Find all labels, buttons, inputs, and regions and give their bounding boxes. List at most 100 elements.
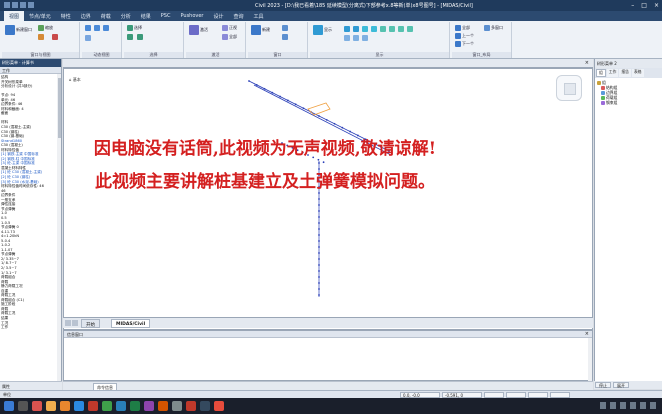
menu-tools[interactable]: 工具 (249, 11, 269, 21)
tray-icon-2[interactable] (610, 402, 616, 409)
app-icon-10[interactable] (186, 401, 196, 411)
display-option-8[interactable] (407, 26, 413, 32)
menu-psc[interactable]: PSC (156, 11, 176, 21)
tab-midas-civil[interactable]: MIDAS/Civil (111, 319, 151, 328)
activate-all-button[interactable]: 全部 (222, 34, 237, 40)
pile-node[interactable] (318, 282, 320, 284)
quick-access-toolbar[interactable] (4, 2, 34, 8)
tab-start[interactable]: 开始 (81, 319, 100, 328)
pile-node[interactable] (318, 240, 320, 242)
expand-button[interactable]: 展开 (613, 382, 629, 388)
cap-node[interactable] (317, 158, 320, 161)
search-icon[interactable] (18, 401, 28, 411)
doc-tab-nav[interactable] (65, 320, 78, 326)
minimize-icon[interactable]: – (631, 2, 634, 9)
close-icon[interactable]: × (654, 2, 659, 9)
girder-node[interactable] (286, 99, 289, 102)
next-button[interactable]: 下一个 (455, 41, 474, 47)
zoom-button[interactable]: 缩放 (38, 25, 53, 31)
menu-results[interactable]: 结果 (136, 11, 156, 21)
girder-node[interactable] (248, 80, 250, 82)
pile-node[interactable] (318, 288, 320, 290)
display-option-7[interactable] (398, 26, 404, 32)
activate-button[interactable]: 激活 (189, 25, 208, 35)
group-tendon[interactable]: 钢束组 (597, 100, 660, 105)
cascade-button[interactable] (282, 34, 288, 40)
menu-query[interactable]: 查询 (229, 11, 249, 21)
new-window-button[interactable]: 新建窗口 (5, 25, 32, 35)
layout-all-button[interactable]: 全部 (455, 25, 470, 31)
model-canvas[interactable] (64, 69, 593, 330)
tree-item[interactable]: 工作 (1, 325, 60, 330)
girder-node[interactable] (263, 87, 266, 90)
menu-view[interactable]: 视图 (4, 11, 25, 21)
pile-node[interactable] (318, 252, 320, 254)
pile-node[interactable] (318, 294, 320, 296)
pile-node[interactable] (318, 276, 320, 278)
pile-node[interactable] (318, 258, 320, 260)
pan-button[interactable] (38, 34, 44, 40)
girder-node[interactable] (341, 126, 344, 129)
tray-icon-3[interactable] (620, 402, 626, 409)
menu-load[interactable]: 荷载 (96, 11, 116, 21)
tree-scrollbar[interactable] (57, 74, 61, 381)
close-view-icon[interactable]: × (585, 60, 589, 66)
pile-node[interactable] (318, 246, 320, 248)
wechat-icon[interactable] (102, 401, 112, 411)
multi-window-button[interactable]: 多窗口 (484, 25, 503, 31)
start-icon[interactable] (4, 401, 14, 411)
pile-node[interactable] (318, 270, 320, 272)
display-option-1[interactable] (344, 26, 350, 32)
rotate-button[interactable] (52, 34, 58, 40)
girder-node[interactable] (279, 95, 282, 98)
pile-node[interactable] (318, 210, 320, 212)
stop-button[interactable]: 停止 (595, 382, 611, 388)
pile-node[interactable] (318, 222, 320, 224)
girder-node[interactable] (318, 115, 320, 117)
display-button[interactable]: 显示 (313, 25, 332, 35)
display-option-11[interactable] (362, 35, 368, 41)
menu-node-element[interactable]: 节点/单元 (24, 11, 56, 21)
display-option-10[interactable] (353, 35, 359, 41)
menu-pushover[interactable]: Pushover (175, 11, 208, 21)
close-message-icon[interactable]: × (585, 331, 589, 337)
tile-button[interactable] (282, 25, 288, 31)
girder-node[interactable] (333, 122, 336, 125)
tab-work[interactable]: 工作 (606, 69, 619, 77)
tab-table[interactable]: 表格 (631, 69, 644, 77)
pile-node[interactable] (318, 234, 320, 236)
pile-node[interactable] (318, 216, 320, 218)
app-icon-8[interactable] (158, 401, 168, 411)
display-option-6[interactable] (389, 26, 395, 32)
girder-node[interactable] (271, 91, 274, 94)
highlighted-element[interactable] (307, 102, 331, 116)
display-option-5[interactable] (380, 26, 386, 32)
cap-node[interactable] (322, 161, 325, 164)
app-icon-3[interactable] (60, 401, 70, 411)
menu-boundary[interactable]: 边界 (76, 11, 96, 21)
app-icon-5[interactable] (88, 401, 98, 411)
app-icon-4[interactable] (74, 401, 84, 411)
dynamic-rotate-button[interactable] (103, 25, 109, 31)
message-scrollbar[interactable] (588, 338, 592, 381)
tray-icon-1[interactable] (600, 402, 606, 409)
dynamic-zoom-button[interactable] (85, 25, 91, 31)
app-icon-11[interactable] (200, 401, 210, 411)
front-view-button[interactable]: 正视 (222, 25, 237, 31)
pile-node[interactable] (318, 228, 320, 230)
app-icon-12[interactable] (214, 401, 224, 411)
new-view-button[interactable]: 新建 (251, 25, 270, 35)
menu-analysis[interactable]: 分析 (116, 11, 136, 21)
select-polygon-button[interactable] (137, 34, 143, 40)
app-icon-6[interactable] (116, 401, 126, 411)
display-option-2[interactable] (353, 26, 359, 32)
display-option-9[interactable] (344, 35, 350, 41)
display-option-3[interactable] (362, 26, 368, 32)
tree-menu-tab[interactable]: 工作 (0, 67, 61, 74)
pile-node[interactable] (318, 204, 320, 206)
pile-node[interactable] (318, 162, 320, 164)
network-icon[interactable] (630, 402, 636, 409)
app-icon-9[interactable] (172, 401, 182, 411)
dynamic-pan-button[interactable] (94, 25, 100, 31)
previous-button[interactable]: 上一个 (455, 33, 474, 39)
